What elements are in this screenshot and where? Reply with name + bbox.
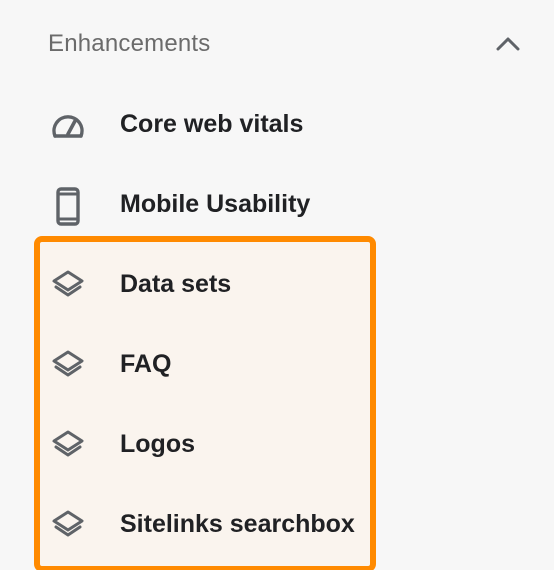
sidebar-item-logos[interactable]: Logos [0,404,554,484]
chevron-up-icon[interactable] [494,32,522,56]
enhancements-section-header[interactable]: Enhancements [0,0,554,88]
sidebar-item-label: Mobile Usability [120,190,311,218]
sidebar-item-faq[interactable]: FAQ [0,324,554,404]
layers-icon [52,350,84,377]
sidebar: Enhancements Core web vitals Mobile Usab… [0,0,554,570]
sidebar-item-data-sets[interactable]: Data sets [0,244,554,324]
layers-icon [52,270,84,297]
sidebar-item-label: Data sets [120,270,232,298]
sidebar-item-label: FAQ [120,350,172,378]
sidebar-item-label: Sitelinks searchbox [120,510,355,538]
sidebar-item-label: Logos [120,430,195,458]
sidebar-item-sitelinks-searchbox[interactable]: Sitelinks searchbox [0,484,554,564]
section-title: Enhancements [48,30,211,57]
smartphone-icon [56,187,80,226]
speedometer-icon [52,115,84,138]
layers-icon [52,430,84,457]
sidebar-item-mobile-usability[interactable]: Mobile Usability [0,164,554,244]
layers-icon [52,510,84,537]
sidebar-item-label: Core web vitals [120,110,304,138]
sidebar-item-core-web-vitals[interactable]: Core web vitals [0,84,554,164]
